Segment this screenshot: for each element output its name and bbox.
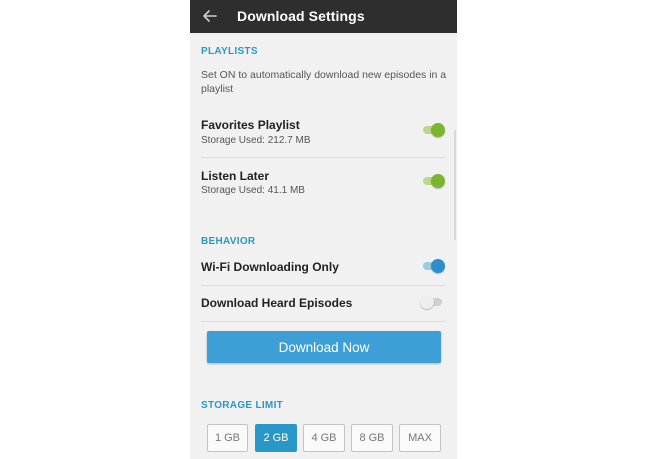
wifi-only-toggle[interactable] bbox=[423, 259, 445, 273]
storage-limit-max[interactable]: MAX bbox=[399, 424, 441, 452]
playlist-storage: Storage Used: 212.7 MB bbox=[201, 135, 311, 146]
playlist-name: Listen Later bbox=[201, 169, 270, 183]
playlist-row-favorites[interactable]: Favorites Playlist Storage Used: 212.7 M… bbox=[190, 112, 457, 157]
toggle-knob bbox=[420, 295, 434, 309]
download-now-button[interactable]: Download Now bbox=[207, 331, 441, 363]
download-settings-screen: Download Settings PLAYLISTS Set ON to au… bbox=[190, 0, 457, 459]
section-header-behavior: BEHAVIOR bbox=[201, 236, 256, 247]
favorites-playlist-toggle[interactable] bbox=[423, 123, 445, 137]
page-title: Download Settings bbox=[237, 8, 365, 24]
listen-later-toggle[interactable] bbox=[423, 174, 445, 188]
playlist-name: Favorites Playlist bbox=[201, 118, 300, 132]
playlist-storage: Storage Used: 41.1 MB bbox=[201, 185, 305, 196]
playlist-row-listen-later[interactable]: Listen Later Storage Used: 41.1 MB bbox=[190, 163, 457, 208]
playlists-description: Set ON to automatically download new epi… bbox=[201, 69, 447, 95]
app-bar: Download Settings bbox=[190, 0, 457, 33]
divider bbox=[201, 285, 446, 286]
toggle-knob bbox=[431, 259, 445, 273]
behavior-label: Wi-Fi Downloading Only bbox=[201, 260, 339, 274]
behavior-label: Download Heard Episodes bbox=[201, 296, 353, 310]
behavior-row-download-heard[interactable]: Download Heard Episodes bbox=[190, 288, 457, 318]
storage-limit-2gb[interactable]: 2 GB bbox=[255, 424, 297, 452]
toggle-knob bbox=[431, 123, 445, 137]
storage-limit-8gb[interactable]: 8 GB bbox=[351, 424, 393, 452]
storage-limit-4gb[interactable]: 4 GB bbox=[303, 424, 345, 452]
section-header-playlists: PLAYLISTS bbox=[201, 46, 258, 57]
section-header-storage-limit: STORAGE LIMIT bbox=[201, 400, 284, 411]
download-heard-toggle[interactable] bbox=[420, 295, 444, 309]
toggle-knob bbox=[431, 174, 445, 188]
storage-limit-1gb[interactable]: 1 GB bbox=[207, 424, 248, 452]
behavior-row-wifi-only[interactable]: Wi-Fi Downloading Only bbox=[190, 252, 457, 282]
arrow-left-icon[interactable] bbox=[199, 5, 221, 27]
divider bbox=[201, 157, 446, 158]
scrollbar[interactable] bbox=[454, 130, 456, 240]
divider bbox=[201, 321, 446, 322]
